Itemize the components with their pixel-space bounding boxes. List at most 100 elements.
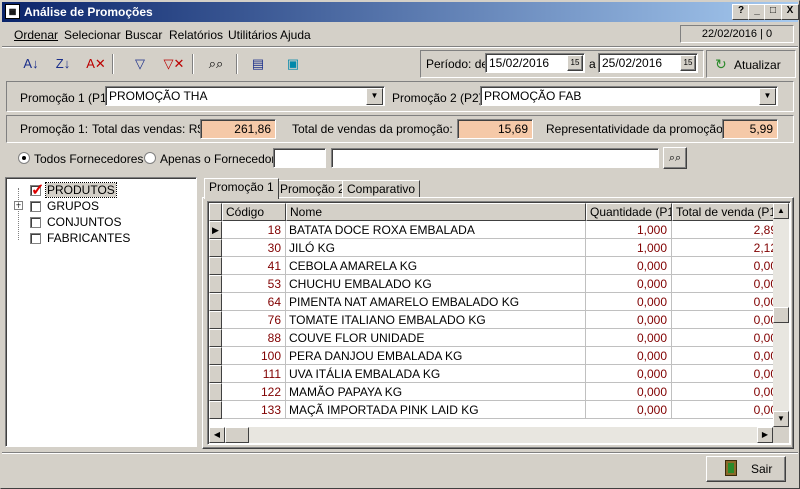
row-indicator[interactable] [209,383,222,401]
menu-ajuda[interactable]: Ajuda [280,28,311,42]
cell-nome[interactable]: CHUCHU EMBALADO KG [286,275,586,293]
cell-nome[interactable]: JILÓ KG [286,239,586,257]
row-pointer-icon[interactable]: ▶ [209,221,222,239]
row-indicator[interactable] [209,239,222,257]
supplier-name-input[interactable] [331,148,659,168]
cell-quantidade[interactable]: 0,000 [586,347,672,365]
cell-nome[interactable]: PERA DANJOU EMBALADA KG [286,347,586,365]
sort-clear-icon[interactable]: A✕ [85,53,107,75]
cell-total[interactable]: 0,00 [672,347,773,365]
cell-codigo[interactable]: 111 [222,365,286,383]
date-from-field[interactable]: 15/02/2016 15 [485,53,585,73]
cell-nome[interactable]: MAÇÃ IMPORTADA PINK LAID KG [286,401,586,419]
cell-total[interactable]: 0,00 [672,383,773,401]
cell-nome[interactable]: CEBOLA AMARELA KG [286,257,586,275]
menu-utilitarios[interactable]: Utilitários [228,28,277,42]
cell-total[interactable]: 0,00 [672,275,773,293]
cell-total[interactable]: 0,00 [672,401,773,419]
cell-total[interactable]: 0,00 [672,329,773,347]
export-icon[interactable]: ▣ [282,53,304,75]
table-row[interactable]: 30JILÓ KG1,0002,12 [209,239,773,257]
supplier-code-input[interactable] [273,148,326,168]
table-row[interactable]: 76TOMATE ITALIANO EMBALADO KG0,0000,00 [209,311,773,329]
cell-quantidade[interactable]: 0,000 [586,293,672,311]
cell-codigo[interactable]: 41 [222,257,286,275]
scroll-thumb[interactable] [225,427,249,443]
col-header-total[interactable]: Total de venda (P1) [672,203,773,221]
scroll-right-icon[interactable]: ▶ [757,427,773,443]
cell-nome[interactable]: PIMENTA NAT AMARELO EMBALADO KG [286,293,586,311]
title-bar[interactable]: ▦ Análise de Promoções ? _ □ X [2,2,799,22]
tab-promocao-1[interactable]: Promoção 1 [204,178,279,199]
cell-total[interactable]: 2,12 [672,239,773,257]
checkbox-icon[interactable] [30,201,41,212]
tree-item-conjuntos[interactable]: CONJUNTOS [14,214,134,230]
vertical-scrollbar[interactable]: ▲ ▼ [773,203,789,427]
only-supplier-radio[interactable] [144,152,156,164]
scroll-up-icon[interactable]: ▲ [773,203,789,219]
menu-buscar[interactable]: Buscar [125,28,162,42]
cell-total[interactable]: 0,00 [672,365,773,383]
cell-nome[interactable]: BATATA DOCE ROXA EMBALADA [286,221,586,239]
cell-nome[interactable]: MAMÃO PAPAYA KG [286,383,586,401]
cell-codigo[interactable]: 133 [222,401,286,419]
window-icon[interactable]: ▤ [247,53,269,75]
tab-comparativo[interactable]: Comparativo [342,180,421,198]
promo1-select[interactable]: PROMOÇÃO THA ▼ [105,86,385,106]
binoculars-icon[interactable]: ⌕⌕ [663,147,687,169]
tree-item-fabricantes[interactable]: FABRICANTES [14,230,134,246]
row-indicator[interactable] [209,347,222,365]
cell-quantidade[interactable]: 1,000 [586,221,672,239]
cell-total[interactable]: 0,00 [672,257,773,275]
row-indicator[interactable] [209,275,222,293]
sort-desc-icon[interactable]: Z↓ [52,53,74,75]
binoculars-icon[interactable]: ⌕⌕ [205,53,227,75]
scroll-thumb[interactable] [773,307,789,323]
cell-total[interactable]: 2,89 [672,221,773,239]
menu-ordenar[interactable]: Ordenar [14,28,58,42]
exit-button[interactable]: Sair [706,456,786,482]
table-row[interactable]: 111UVA ITÁLIA EMBALADA KG0,0000,00 [209,365,773,383]
col-header-nome[interactable]: Nome [286,203,586,221]
promo2-select[interactable]: PROMOÇÃO FAB ▼ [480,86,778,106]
cell-codigo[interactable]: 122 [222,383,286,401]
horizontal-scrollbar[interactable]: ◀ ▶ [209,427,773,443]
filter-clear-icon[interactable]: ▽✕ [163,53,185,75]
table-row[interactable]: 53CHUCHU EMBALADO KG0,0000,00 [209,275,773,293]
row-indicator[interactable] [209,257,222,275]
chevron-down-icon[interactable]: ▼ [366,88,383,105]
cell-nome[interactable]: UVA ITÁLIA EMBALADA KG [286,365,586,383]
table-row[interactable]: 88COUVE FLOR UNIDADE0,0000,00 [209,329,773,347]
row-indicator[interactable] [209,329,222,347]
sort-asc-icon[interactable]: A↓ [20,53,42,75]
calendar-icon[interactable]: 15 [567,55,583,71]
col-header-codigo[interactable]: Código [222,203,286,221]
close-button[interactable]: X [781,4,799,20]
scroll-left-icon[interactable]: ◀ [209,427,225,443]
row-indicator[interactable] [209,293,222,311]
tree-item-grupos[interactable]: + GRUPOS [14,198,134,214]
cell-quantidade[interactable]: 1,000 [586,239,672,257]
maximize-button[interactable]: □ [764,4,782,20]
row-indicator[interactable] [209,311,222,329]
checkbox-checked-icon[interactable]: ✓ [30,182,44,199]
cell-codigo[interactable]: 100 [222,347,286,365]
cell-nome[interactable]: COUVE FLOR UNIDADE [286,329,586,347]
menu-relatorios[interactable]: Relatórios [169,28,223,42]
cell-total[interactable]: 0,00 [672,311,773,329]
chevron-down-icon[interactable]: ▼ [759,88,776,105]
table-row[interactable]: 122MAMÃO PAPAYA KG0,0000,00 [209,383,773,401]
calendar-icon[interactable]: 15 [680,55,696,71]
table-row[interactable]: 100PERA DANJOU EMBALADA KG0,0000,00 [209,347,773,365]
row-indicator[interactable] [209,365,222,383]
cell-codigo[interactable]: 30 [222,239,286,257]
menu-selecionar[interactable]: Selecionar [64,28,121,42]
cell-nome[interactable]: TOMATE ITALIANO EMBALADO KG [286,311,586,329]
checkbox-icon[interactable] [30,233,41,244]
tab-promocao-2[interactable]: Promoção 2 [275,180,350,198]
cell-quantidade[interactable]: 0,000 [586,257,672,275]
col-header-quantidade[interactable]: Quantidade (P1) [586,203,672,221]
refresh-button[interactable]: ↻ Atualizar [706,50,796,78]
table-row[interactable]: 133MAÇÃ IMPORTADA PINK LAID KG0,0000,00 [209,401,773,419]
table-row[interactable]: 41CEBOLA AMARELA KG0,0000,00 [209,257,773,275]
